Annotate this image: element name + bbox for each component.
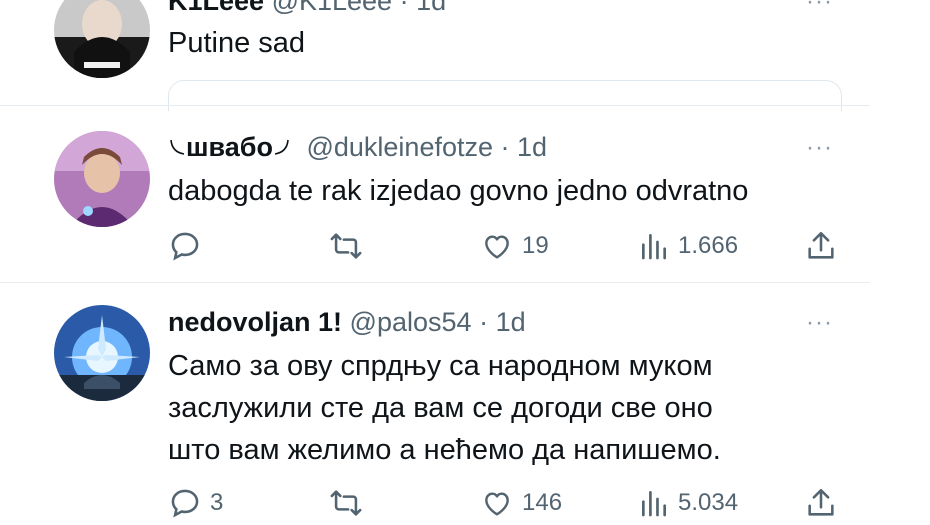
handle[interactable]: @K1Leee bbox=[272, 0, 393, 16]
more-options-icon[interactable]: ··· bbox=[806, 309, 833, 337]
share-button[interactable] bbox=[804, 483, 838, 523]
reply-icon bbox=[171, 232, 199, 261]
action-bar: 19 1.666 bbox=[168, 226, 848, 266]
view-count: 1.666 bbox=[678, 232, 739, 259]
timestamp[interactable]: 1d bbox=[416, 0, 446, 16]
tweet-k1leee[interactable]: K1Leee @K1Leee · 1d ··· Putine sad bbox=[0, 0, 870, 111]
retweet-icon bbox=[330, 490, 362, 516]
tweet-text: Putine sad bbox=[168, 22, 305, 64]
retweet-button[interactable] bbox=[328, 226, 372, 266]
avatar-image bbox=[54, 131, 150, 227]
tweet-text-line: што вам желимо а нећемо да напишемо. bbox=[168, 434, 721, 466]
like-button[interactable]: 19 bbox=[480, 226, 549, 266]
display-name[interactable]: шваб bbox=[186, 132, 256, 162]
timestamp[interactable]: 1d bbox=[517, 132, 547, 162]
tweet-text-line: Само за ову спрдњу са народном муком bbox=[168, 350, 713, 382]
retweet-icon bbox=[330, 233, 362, 259]
reply-button[interactable]: 3 bbox=[168, 483, 223, 523]
heart-icon bbox=[485, 492, 509, 516]
display-name[interactable]: K1Leee bbox=[168, 0, 264, 16]
retweet-button[interactable] bbox=[328, 483, 372, 523]
handle[interactable]: @palos54 bbox=[350, 307, 472, 337]
avatar[interactable] bbox=[54, 0, 150, 78]
action-bar: 3 146 5.034 bbox=[168, 483, 848, 523]
more-options-icon[interactable]: ··· bbox=[806, 0, 833, 16]
ornament-left-icon bbox=[170, 139, 185, 155]
avatar[interactable] bbox=[54, 131, 150, 227]
display-name[interactable]: nedovoljan 1! bbox=[168, 307, 342, 337]
view-count: 5.034 bbox=[678, 489, 739, 516]
like-count: 19 bbox=[522, 232, 549, 259]
tweet-text: dabogda te rak izjedao govno jedno odvra… bbox=[168, 170, 748, 212]
display-name-suffix[interactable]: о bbox=[256, 132, 273, 162]
tweet-header: nedovoljan 1! @palos54 · 1d bbox=[168, 307, 526, 338]
views-button[interactable]: 1.666 bbox=[638, 226, 738, 266]
share-icon bbox=[808, 488, 834, 516]
reply-icon bbox=[171, 489, 199, 518]
handle[interactable]: @dukleinefotze bbox=[306, 132, 493, 162]
separator: · bbox=[500, 132, 510, 162]
reply-count: 3 bbox=[210, 489, 224, 516]
avatar[interactable] bbox=[54, 305, 150, 401]
share-icon bbox=[808, 231, 834, 259]
views-icon bbox=[642, 491, 666, 517]
separator: · bbox=[399, 0, 409, 16]
ornament-right-icon bbox=[274, 139, 289, 155]
like-count: 146 bbox=[522, 489, 563, 516]
separator: · bbox=[479, 307, 489, 337]
share-button[interactable] bbox=[804, 226, 838, 266]
like-button[interactable]: 146 bbox=[480, 483, 562, 523]
tweet-text-line: заслужили сте да вам се догоди све оно bbox=[168, 392, 713, 424]
more-options-icon[interactable]: ··· bbox=[806, 134, 833, 162]
tweet-header: K1Leee @K1Leee · 1d bbox=[168, 0, 446, 17]
timestamp[interactable]: 1d bbox=[496, 307, 526, 337]
views-icon bbox=[642, 234, 666, 260]
avatar-image bbox=[54, 305, 150, 401]
tweet-palos54[interactable]: nedovoljan 1! @palos54 · 1d ··· Само за … bbox=[0, 283, 870, 525]
avatar-image bbox=[54, 0, 150, 78]
reply-button[interactable] bbox=[168, 226, 210, 266]
tweet-text: Само за ову спрдњу са народном муком зас… bbox=[168, 345, 721, 471]
tweet-text-line: Putine sad bbox=[168, 27, 306, 59]
heart-icon bbox=[485, 235, 509, 259]
tweet-header: швабо @dukleinefotze · 1d bbox=[168, 132, 547, 163]
tweet-dukleinefotze[interactable]: швабо @dukleinefotze · 1d ··· dabogda te… bbox=[0, 106, 870, 281]
tweet-text-line: dabogda te rak izjedao govno jedno odvra… bbox=[168, 175, 749, 207]
views-button[interactable]: 5.034 bbox=[638, 483, 738, 523]
